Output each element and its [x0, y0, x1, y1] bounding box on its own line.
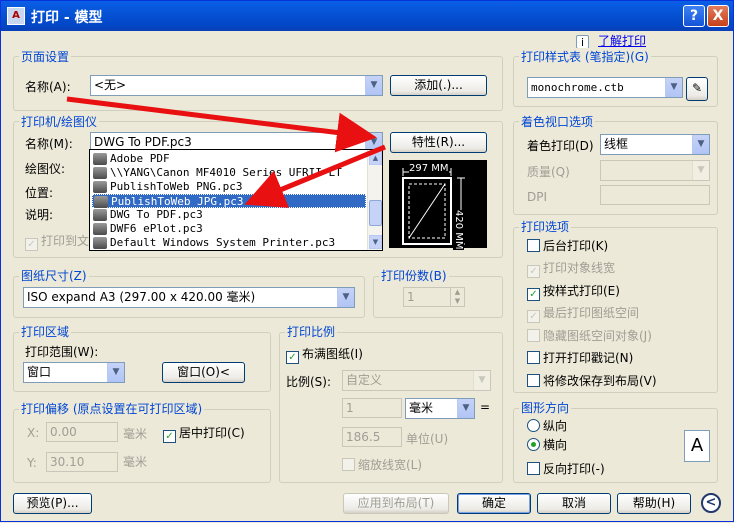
red-arrow-1 — [66, 96, 377, 153]
annotation-arrows — [66, 96, 386, 208]
plot-dialog: A 打印 - 模型 ? X i 了解打印 页面设置 名称(A): <无> ▼ 添… — [0, 0, 734, 522]
red-arrow-2 — [244, 144, 386, 208]
